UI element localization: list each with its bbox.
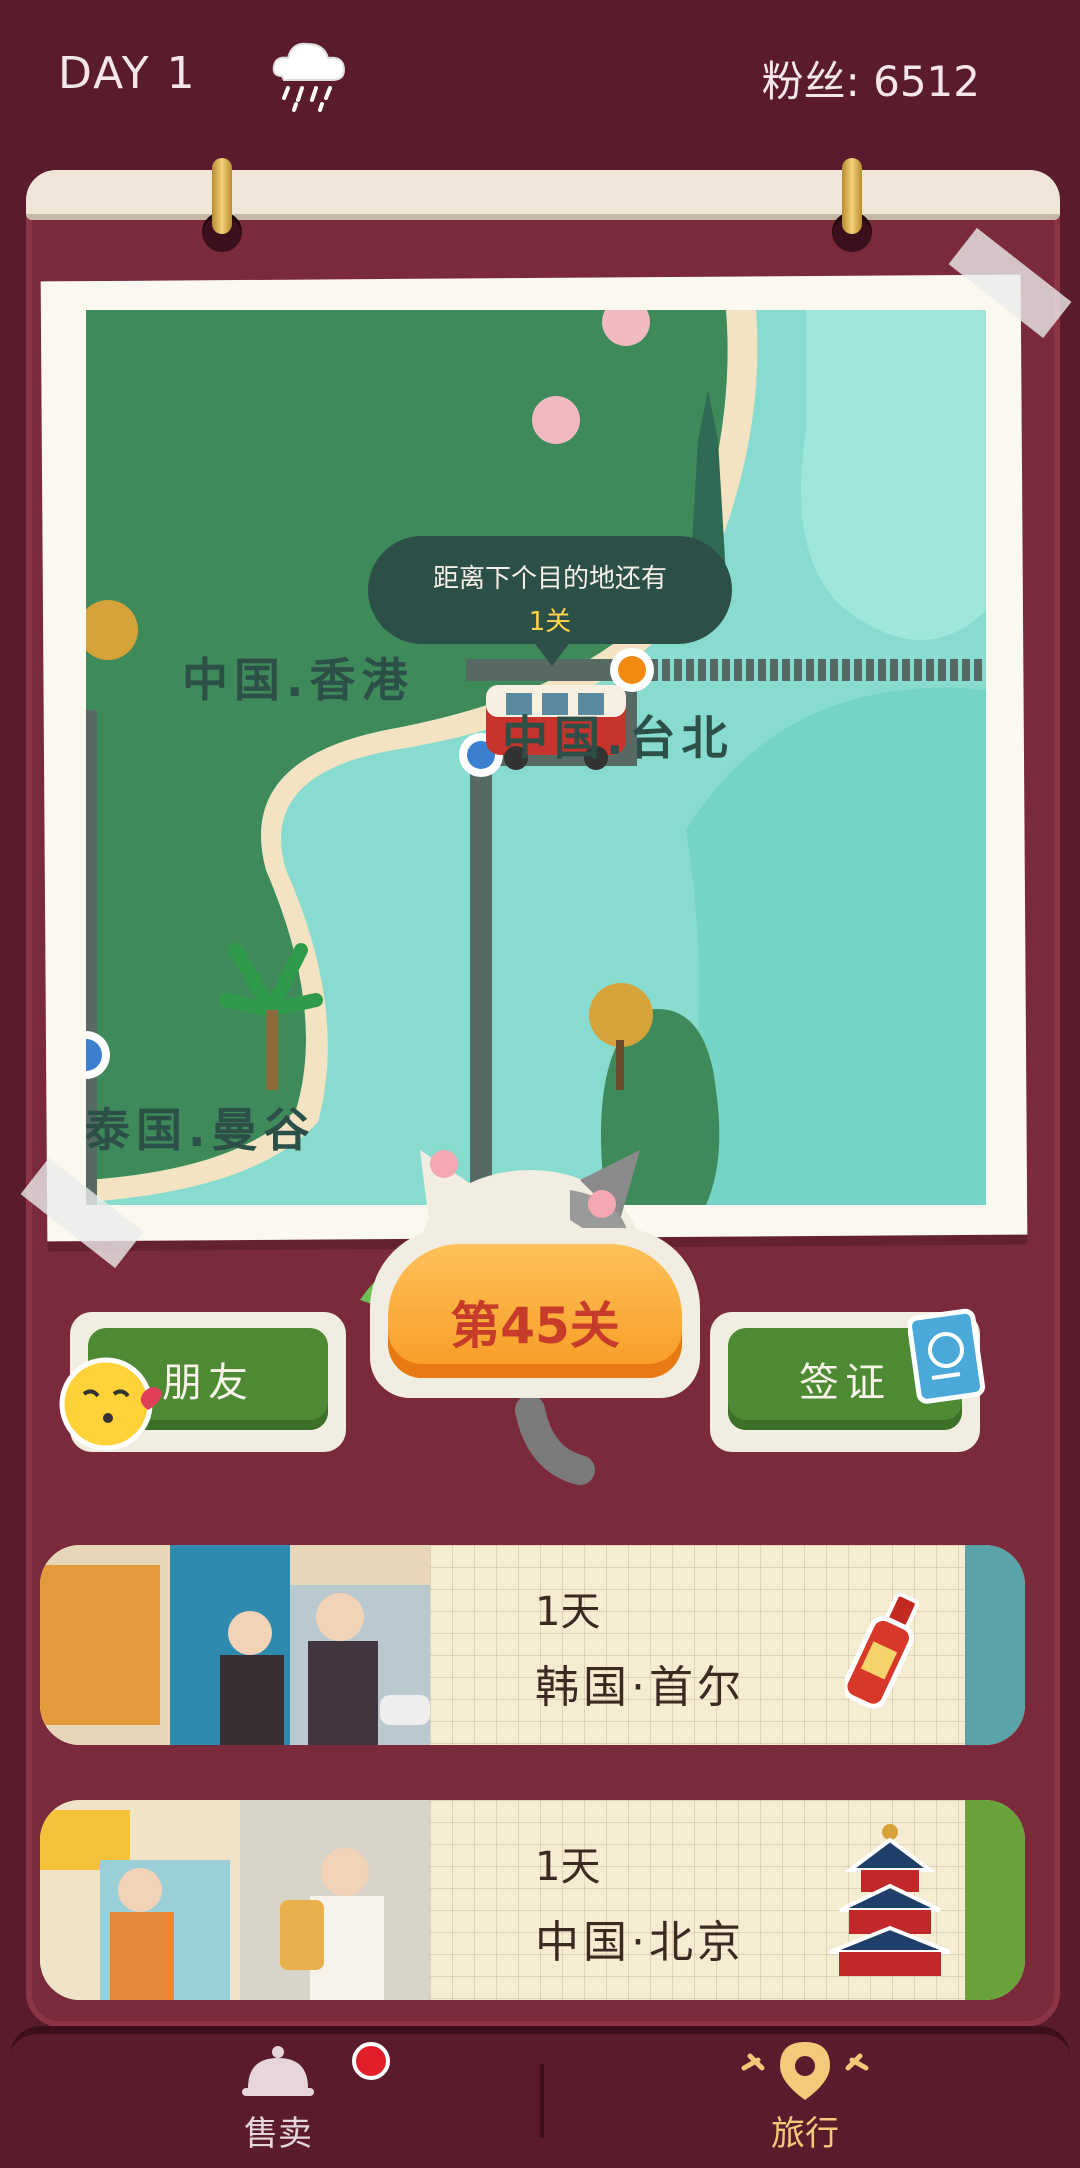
trip-days: 1天: [535, 1844, 601, 1890]
binder-pin-left: [212, 158, 232, 234]
rain-cloud-icon: [272, 42, 346, 112]
temple-of-heaven-icon: [829, 1824, 951, 1976]
nav-sell-tab[interactable]: 售卖: [10, 2034, 540, 2168]
trip-destination: 韩国·首尔: [535, 1662, 745, 1713]
service-bell-icon: [242, 2046, 314, 2096]
kiss-emoji-icon: [59, 1357, 162, 1451]
tooltip-levels-left: 1关: [528, 607, 572, 637]
trip-card-beijing[interactable]: 1天 中国·北京: [40, 1800, 1025, 2000]
place-taipei[interactable]: 中国.台北: [502, 702, 733, 768]
board-top-edge: [26, 170, 1060, 220]
binder-pin-right: [842, 158, 862, 234]
passport-icon: [908, 1308, 986, 1404]
nav-travel-tab[interactable]: 旅行: [544, 2034, 1070, 2168]
place-bangkok[interactable]: 泰国.曼谷: [86, 1094, 315, 1160]
tooltip-text: 距离下个目的地还有: [432, 564, 667, 594]
place-hongkong[interactable]: 中国.香港: [182, 644, 413, 710]
trip-card-edge: [965, 1545, 1025, 1745]
level-button[interactable]: 第45关: [370, 1228, 700, 1398]
trip-card-grid: 1天 韩国·首尔: [430, 1545, 965, 1745]
trip-destination: 中国·北京: [535, 1917, 745, 1968]
nav-sell-label: 售卖: [244, 2114, 312, 2154]
bottom-nav: 售卖 旅行: [10, 2026, 1070, 2168]
beijing-scene-illustration: [40, 1800, 430, 2000]
trip-card-grid: 1天 中国·北京: [430, 1800, 965, 2000]
day-counter: DAY 1: [58, 48, 197, 99]
nav-travel-label: 旅行: [771, 2114, 839, 2154]
world-map[interactable]: 中国.香港 中国.台北 泰国.曼谷: [86, 310, 986, 1205]
travel-map-pin-icon: [741, 2042, 869, 2100]
seoul-scene-illustration: [40, 1545, 430, 1745]
next-destination-tooltip: 距离下个目的地还有 1关: [368, 536, 732, 644]
tooltip-arrow: [532, 640, 572, 666]
trip-card-seoul[interactable]: 1天 韩国·首尔: [40, 1545, 1025, 1745]
trip-days: 1天: [535, 1589, 601, 1635]
fans-count: 粉丝: 6512: [761, 57, 980, 106]
level-button-label: 第45关: [450, 1297, 620, 1355]
notification-dot: [352, 2042, 390, 2080]
hot-sauce-bottle-icon: [845, 1592, 919, 1709]
trip-card-edge: [965, 1800, 1025, 2000]
